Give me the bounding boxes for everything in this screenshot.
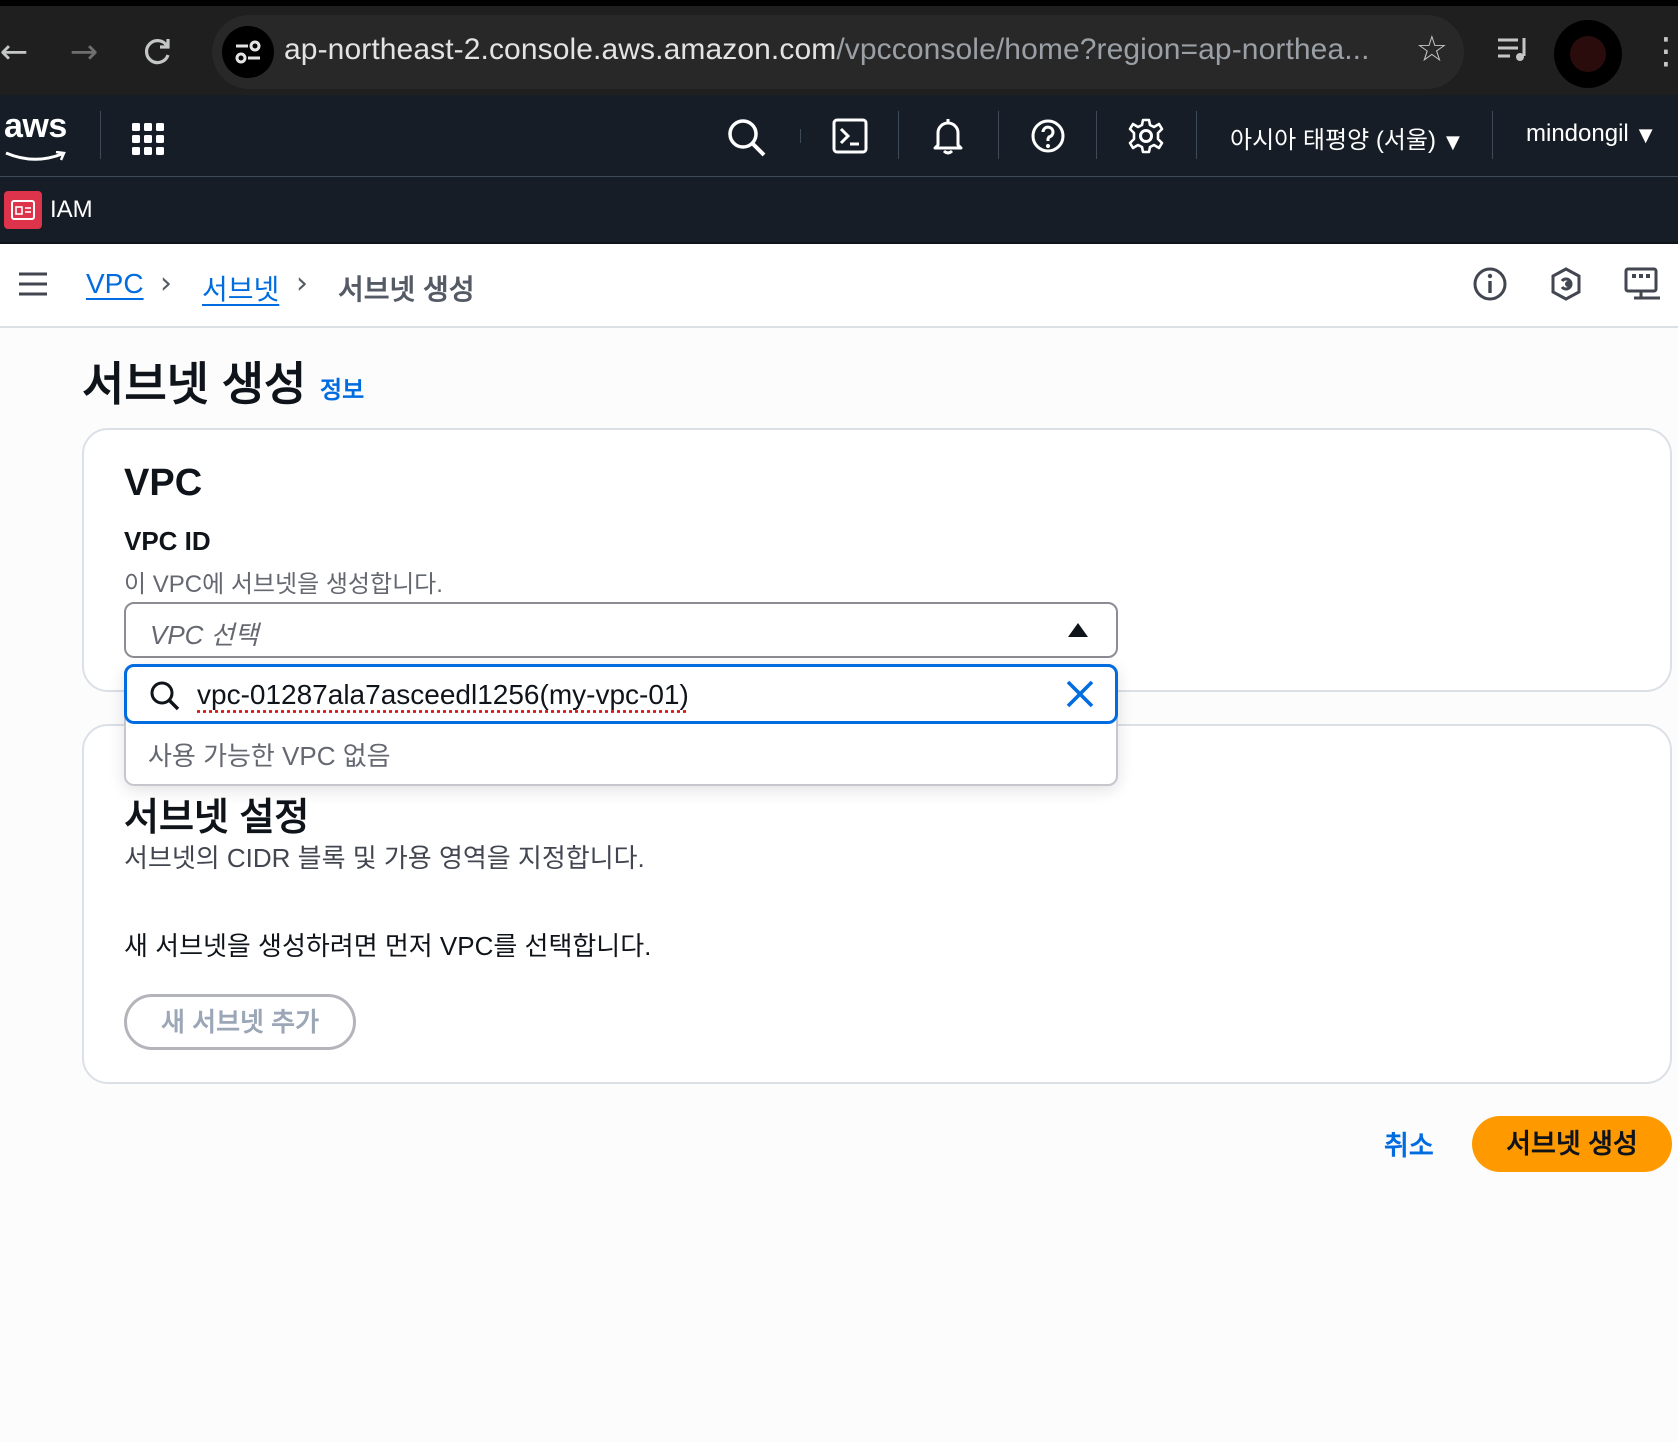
vpc-id-label: VPC ID <box>124 526 211 556</box>
vpc-filter-input[interactable]: vpc-01287ala7asceedl1256(my-vpc-01) <box>124 664 1118 724</box>
site-info-icon[interactable] <box>222 26 274 78</box>
vpc-filter-value: vpc-01287ala7asceedl1256(my-vpc-01) <box>197 679 689 710</box>
vpc-id-description: 이 VPC에 서브넷을 생성합니다. <box>124 571 443 598</box>
url-text[interactable]: ap-northeast-2.console.aws.amazon.com/vp… <box>284 33 1370 67</box>
vpc-select[interactable]: VPC 선택 <box>124 602 1118 658</box>
nav-divider <box>800 129 801 143</box>
url-path: /vpcconsole/home?region=ap-northea... <box>836 33 1370 66</box>
aws-top-nav: aws 아시아 태평양 (서울) ▼ mindongil ▼ <box>0 95 1678 177</box>
profile-avatar[interactable] <box>1554 20 1622 88</box>
notifications-bell-icon[interactable] <box>930 117 966 160</box>
caret-up-icon <box>1068 623 1088 637</box>
iam-service-link[interactable]: IAM <box>50 196 93 224</box>
chevron-right-icon: › <box>160 266 172 301</box>
breadcrumb-bar: VPC › 서브넷 › 서브넷 생성 <box>0 244 1678 328</box>
side-nav-menu-icon[interactable] <box>18 270 48 303</box>
create-subnet-button[interactable]: 서브넷 생성 <box>1472 1116 1672 1172</box>
search-icon <box>149 680 181 717</box>
nav-divider <box>1196 111 1197 159</box>
nav-divider <box>998 111 999 159</box>
caret-down-icon: ▼ <box>1638 125 1653 146</box>
aws-logo[interactable]: aws <box>4 107 67 161</box>
nav-divider <box>100 111 101 159</box>
nav-divider <box>1096 111 1097 159</box>
add-subnet-button[interactable]: 새 서브넷 추가 <box>124 994 356 1050</box>
vpc-select-placeholder: VPC 선택 <box>150 620 259 650</box>
reload-icon[interactable] <box>134 28 182 76</box>
back-arrow-icon[interactable]: ← <box>0 28 38 76</box>
clear-filter-close-icon[interactable] <box>1065 679 1095 714</box>
forward-arrow-icon[interactable]: → <box>60 28 108 76</box>
url-host: ap-northeast-2.console.aws.amazon.com <box>284 33 837 66</box>
info-link[interactable]: 정보 <box>320 370 364 405</box>
search-icon[interactable] <box>726 117 768 162</box>
address-bar[interactable]: ap-northeast-2.console.aws.amazon.com/vp… <box>212 15 1464 89</box>
region-selector[interactable]: 아시아 태평양 (서울) ▼ <box>1230 120 1460 155</box>
chevron-right-icon: › <box>296 266 308 301</box>
breadcrumb-current: 서브넷 생성 <box>338 274 475 305</box>
cloudshell-icon[interactable] <box>832 117 868 160</box>
subnet-settings-heading: 서브넷 설정 <box>124 797 310 839</box>
aws-smile-icon <box>5 151 66 161</box>
help-icon[interactable] <box>1030 117 1066 160</box>
breadcrumb-subnets[interactable]: 서브넷 <box>202 268 279 308</box>
nav-divider <box>898 111 899 159</box>
browser-toolbar: ← → ap-northeast-2.console.aws.amazon.co… <box>0 0 1678 95</box>
services-grid-icon[interactable] <box>130 121 166 162</box>
nav-divider <box>1492 111 1493 159</box>
cancel-button[interactable]: 취소 <box>1384 1124 1434 1163</box>
bookmark-star-icon[interactable]: ☆ <box>1416 29 1448 70</box>
service-favorites-bar: IAM <box>0 177 1678 244</box>
iam-service-icon[interactable] <box>4 191 42 229</box>
settings-gear-icon[interactable] <box>1128 117 1164 160</box>
no-vpc-available-message: 사용 가능한 VPC 없음 <box>148 741 391 771</box>
browser-menu-icon[interactable]: ⋮ <box>1648 30 1678 74</box>
vpc-section-heading: VPC <box>124 462 203 504</box>
feedback-screen-icon[interactable] <box>1624 266 1662 307</box>
region-label: 아시아 태평양 (서울) <box>1230 127 1436 154</box>
breadcrumb-vpc[interactable]: VPC <box>86 268 144 300</box>
avatar-image <box>1570 36 1606 72</box>
caret-down-icon: ▼ <box>1445 132 1460 153</box>
select-vpc-notice: 새 서브넷을 생성하려면 먼저 VPC를 선택합니다. <box>124 931 652 961</box>
account-menu[interactable]: mindongil ▼ <box>1526 120 1653 148</box>
resource-explorer-icon[interactable] <box>1548 266 1584 307</box>
account-username: mindongil <box>1526 120 1629 147</box>
subnet-settings-description: 서브넷의 CIDR 블록 및 가용 영역을 지정합니다. <box>124 843 645 873</box>
page-title: 서브넷 생성 <box>82 358 307 410</box>
media-playlist-icon[interactable] <box>1496 34 1530 69</box>
info-panel-icon[interactable] <box>1472 266 1508 307</box>
vpc-dropdown-panel: vpc-01287ala7asceedl1256(my-vpc-01) 사용 가… <box>124 664 1118 786</box>
aws-logo-text: aws <box>4 107 67 145</box>
